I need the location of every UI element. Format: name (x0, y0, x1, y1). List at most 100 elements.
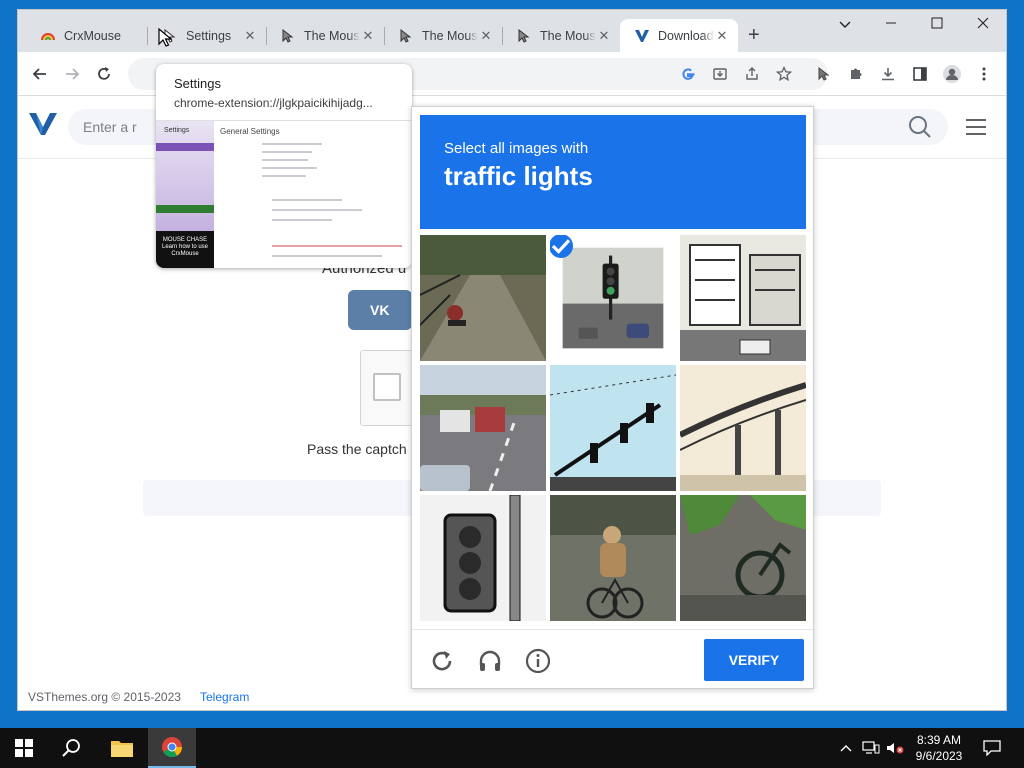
system-clock[interactable]: 8:39 AM 9/6/2023 (910, 732, 968, 764)
mouse-cursor-icon (158, 27, 173, 51)
site-search-placeholder: Enter a r (83, 119, 137, 135)
reload-button[interactable] (92, 62, 116, 86)
preview-learn-how: Learn how to use CrxMouse (161, 244, 209, 257)
cursor-icon (280, 28, 296, 44)
chrome-taskbar-icon[interactable] (148, 728, 196, 768)
captcha-tile-1[interactable] (420, 235, 546, 361)
preview-menu-item (156, 143, 214, 151)
preview-mouse-chase: MOUSE CHASE (162, 237, 208, 243)
tab-title: Settings (186, 28, 232, 43)
pass-captcha-text: Pass the captch (307, 441, 407, 457)
preview-line (272, 209, 362, 211)
captcha-tile-4[interactable] (420, 365, 546, 491)
rainbow-icon (40, 28, 56, 44)
refresh-icon[interactable] (429, 648, 455, 674)
tab-the-mouse-2[interactable]: The Mouse ✕ (384, 19, 502, 52)
preview-general-settings: General Settings (220, 127, 280, 136)
tab-title: The Mouse (422, 28, 478, 43)
tab-title: Download (658, 28, 714, 43)
tab-title: The Mouse (304, 28, 360, 43)
downloads-icon[interactable] (876, 62, 900, 86)
tab-search-chevron-icon[interactable] (822, 16, 868, 32)
network-icon[interactable] (860, 728, 882, 768)
close-icon[interactable]: ✕ (596, 28, 612, 44)
close-window-button[interactable] (960, 16, 1006, 32)
install-app-icon[interactable] (708, 62, 732, 86)
captcha-tile-5[interactable] (550, 365, 676, 491)
new-tab-button[interactable]: + (748, 24, 760, 47)
menu-kebab-icon[interactable] (972, 62, 996, 86)
captcha-tile-6[interactable] (680, 365, 806, 491)
vsthemes-logo-icon[interactable] (28, 111, 58, 141)
clock-date: 9/6/2023 (915, 749, 963, 763)
preview-line (262, 167, 317, 169)
maximize-button[interactable] (914, 16, 960, 32)
vsthemes-icon (634, 28, 650, 44)
start-windows-icon[interactable] (0, 728, 48, 768)
audio-headphones-icon[interactable] (477, 648, 503, 674)
preview-line (262, 143, 322, 145)
tab-title: The Mouse (540, 28, 596, 43)
extensions-puzzle-icon[interactable] (844, 62, 868, 86)
side-panel-icon[interactable] (908, 62, 932, 86)
captcha-tile-9[interactable] (680, 495, 806, 621)
forward-button[interactable] (60, 62, 84, 86)
captcha-challenge: Select all images with traffic lights VE… (411, 106, 814, 689)
close-icon[interactable]: ✕ (478, 28, 494, 44)
browser-window: CrxMouse Settings ✕ The Mouse ✕ The Mous… (18, 10, 1006, 710)
tab-hover-card: Settings chrome-extension://jlgkpaicikih… (156, 64, 412, 268)
share-icon[interactable] (740, 62, 764, 86)
bookmark-star-icon[interactable] (772, 62, 796, 86)
close-icon[interactable]: ✕ (360, 28, 376, 44)
back-button[interactable] (28, 62, 52, 86)
close-icon[interactable]: ✕ (714, 28, 730, 44)
preview-line (272, 219, 332, 221)
captcha-instruction: Select all images with (444, 140, 589, 157)
captcha-tile-3[interactable] (680, 235, 806, 361)
preview-line (262, 175, 306, 177)
preview-menu-item (156, 205, 214, 213)
search-icon[interactable] (908, 115, 932, 142)
tab-title: CrxMouse (64, 28, 121, 43)
preview-line (262, 151, 312, 153)
selected-check-icon (550, 235, 573, 258)
preview-line (262, 159, 308, 161)
windows-taskbar: 8:39 AM 9/6/2023 (0, 728, 1024, 768)
footer-copyright: VSThemes.org © 2015-2023 (28, 690, 181, 704)
footer-telegram-link[interactable]: Telegram (200, 690, 249, 704)
tab-the-mouse-3[interactable]: The Mouse ✕ (502, 19, 620, 52)
preview-sidebar: Settings MOUSE CHASE Learn how to use Cr… (156, 121, 214, 268)
file-explorer-icon[interactable] (98, 728, 146, 768)
volume-muted-icon[interactable] (884, 728, 906, 768)
clock-time: 8:39 AM (916, 733, 962, 747)
google-icon[interactable] (676, 62, 700, 86)
tab-the-mouse-1[interactable]: The Mouse ✕ (266, 19, 384, 52)
preview-promo: MOUSE CHASE Learn how to use CrxMouse (156, 231, 214, 268)
close-icon[interactable]: ✕ (242, 28, 258, 44)
hover-card-preview: Settings MOUSE CHASE Learn how to use Cr… (156, 120, 412, 268)
profile-avatar-icon[interactable] (940, 62, 964, 86)
minimize-button[interactable] (868, 16, 914, 32)
notification-icon[interactable] (976, 728, 1008, 768)
captcha-target: traffic lights (444, 161, 593, 191)
hover-card-url: chrome-extension://jlgkpaicikihijadg... (174, 96, 373, 110)
info-icon[interactable] (525, 648, 551, 674)
cursor-icon (398, 28, 414, 44)
captcha-tile-7[interactable] (420, 495, 546, 621)
hamburger-menu-icon[interactable] (966, 119, 986, 138)
verify-button[interactable]: VERIFY (704, 639, 804, 681)
hover-card-title: Settings (174, 76, 221, 91)
preview-line (272, 255, 382, 257)
chevron-up-icon[interactable] (836, 728, 856, 768)
captcha-image-grid (420, 235, 806, 621)
search-icon[interactable] (48, 728, 96, 768)
preview-line (272, 245, 402, 247)
tab-download[interactable]: Download ✕ (620, 19, 738, 52)
captcha-tile-8[interactable] (550, 495, 676, 621)
crxmouse-extension-icon[interactable] (812, 62, 836, 86)
captcha-checkbox[interactable] (373, 373, 401, 401)
tab-crxmouse[interactable]: CrxMouse (26, 19, 146, 52)
preview-line (272, 199, 342, 201)
captcha-tile-2[interactable] (550, 235, 676, 361)
vk-login-button[interactable]: VK (348, 290, 412, 330)
